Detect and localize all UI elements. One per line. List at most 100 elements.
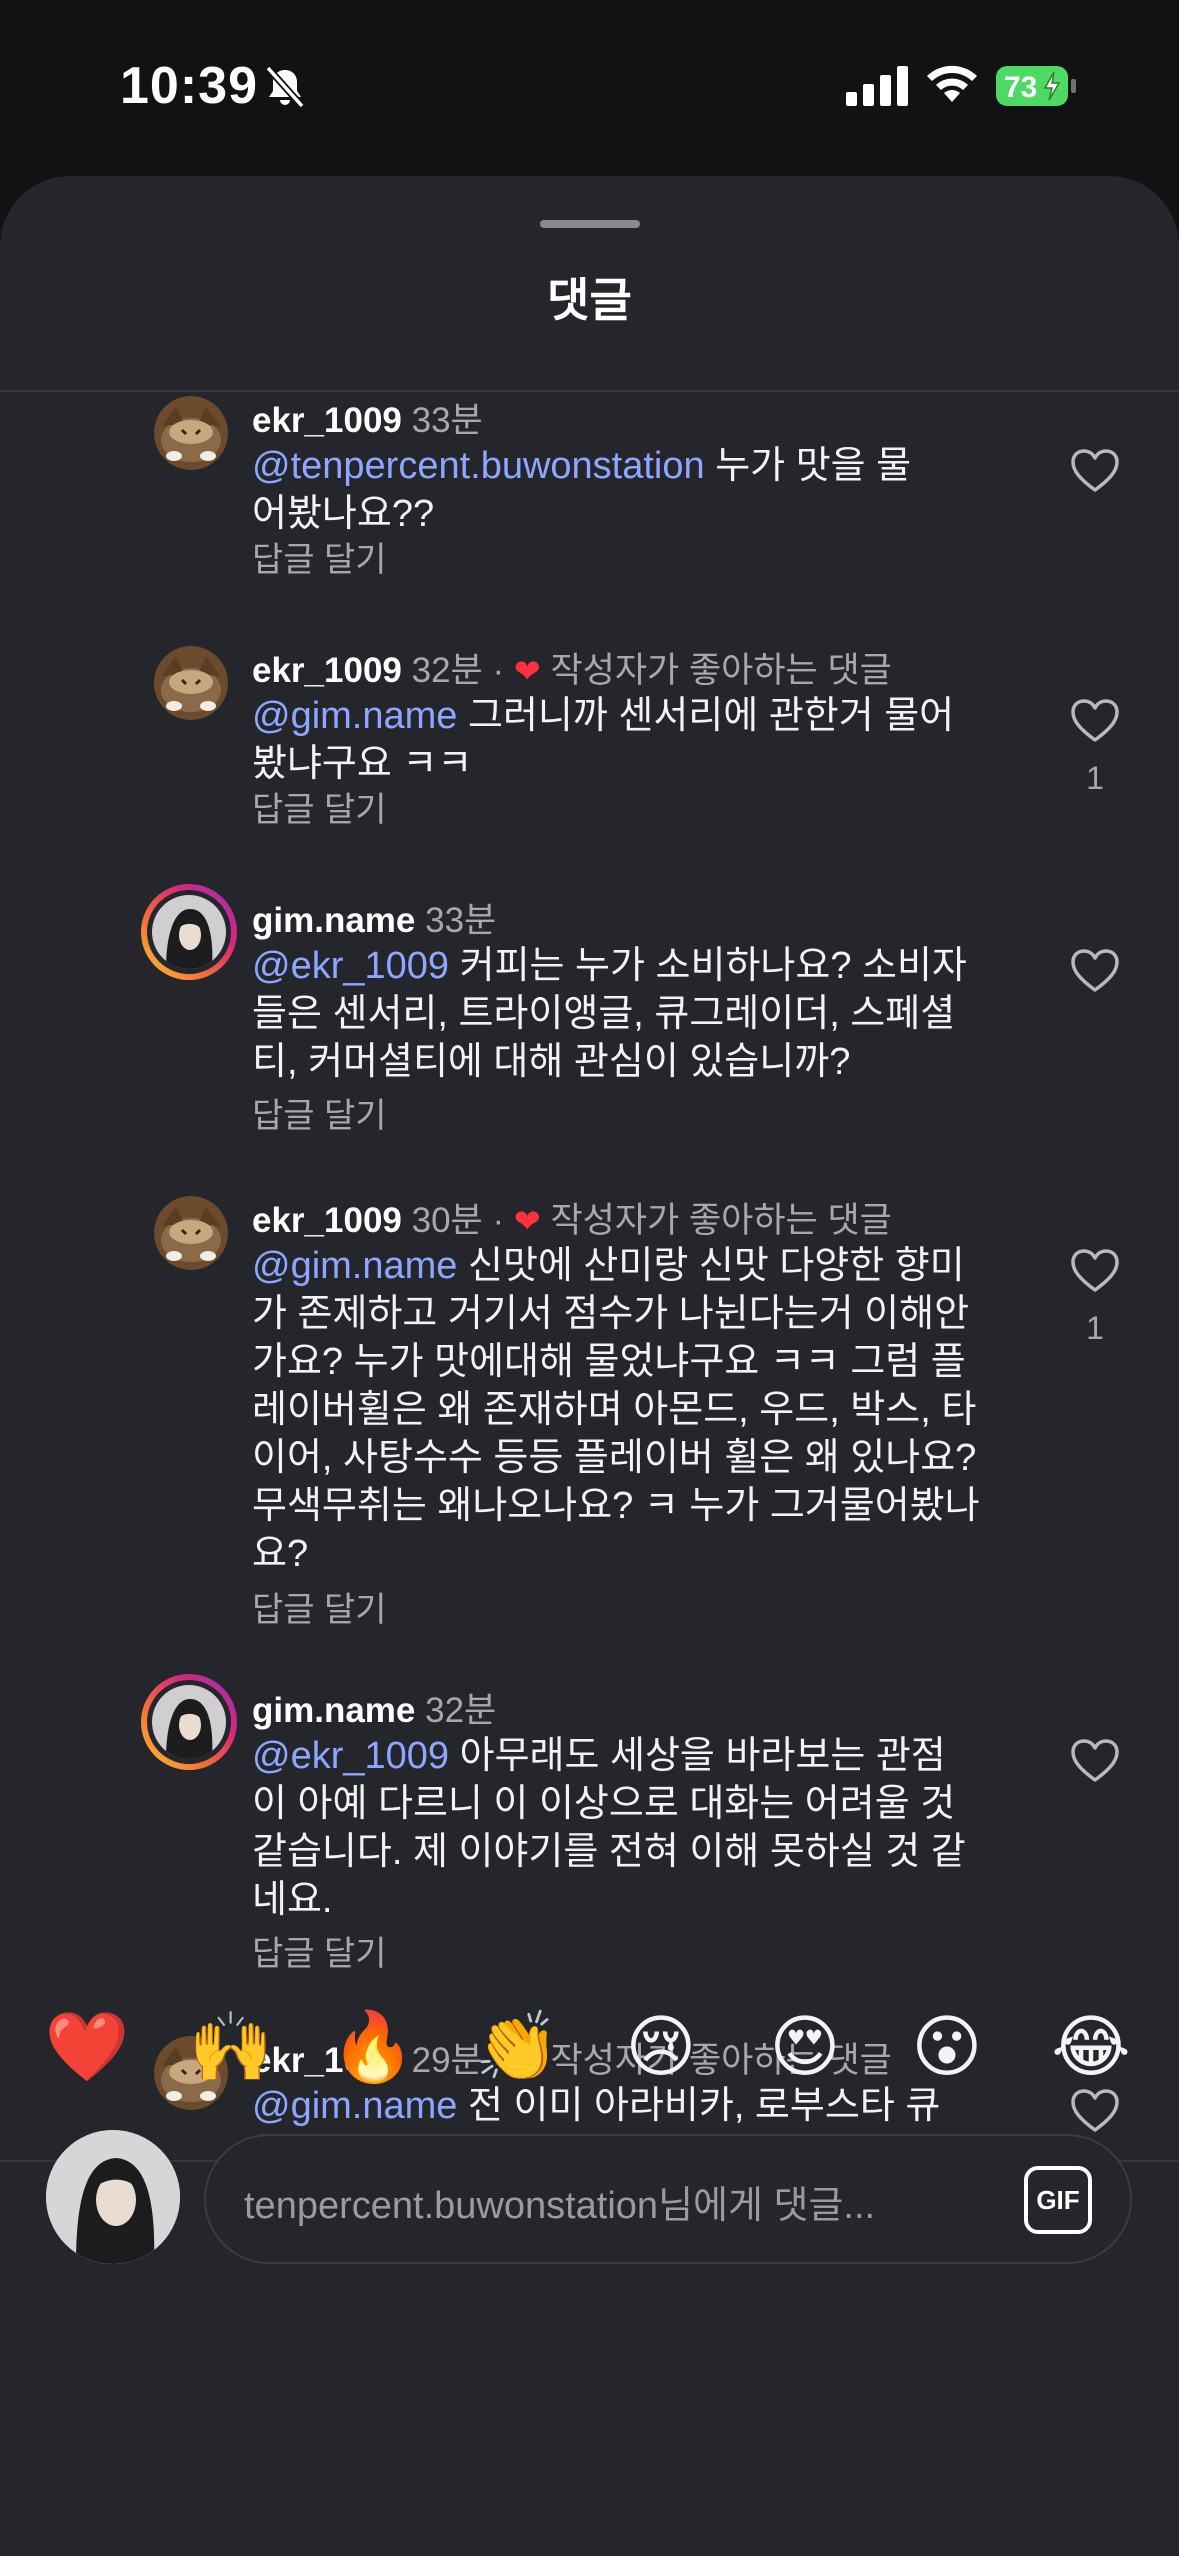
avatar[interactable] — [154, 646, 228, 720]
comment-text: 누가 맛을 물 — [715, 445, 912, 487]
comment-text-line: 어봤나요?? — [252, 490, 1012, 538]
comment-text: 같습니다. 제 이야기를 전혀 이해 못하실 것 같 — [252, 1831, 966, 1873]
comment-text-line: @tenpercent.buwonstation 누가 맛을 물 — [252, 442, 1012, 490]
heart-icon[interactable] — [1070, 698, 1120, 744]
avatar[interactable] — [154, 1196, 228, 1270]
comment-text-line: 레이버휠은 왜 존재하며 아몬드, 우드, 박스, 타 — [252, 1386, 1012, 1434]
comment-input[interactable]: tenpercent.buwonstation님에게 댓글... — [244, 2174, 984, 2229]
signal-icon — [846, 66, 908, 106]
comment-username[interactable]: ekr_1009 — [252, 401, 402, 440]
comment-meta: ekr_1009 30분 · ❤ 작성자가 좋아하는 댓글 — [252, 1192, 892, 1243]
comment-mention[interactable]: @gim.name — [252, 1245, 457, 1287]
heart-icon[interactable] — [1070, 948, 1120, 994]
comment-body: @gim.name 신맛에 산미랑 신맛 다양한 향미 가 존제하고 거기서 점수… — [252, 1242, 1012, 1578]
comment-mention[interactable]: @gim.name — [252, 695, 457, 737]
avatar-story-ring[interactable] — [141, 1674, 237, 1770]
wifi-icon — [927, 65, 977, 102]
comment-text-line: @ekr_1009 커피는 누가 소비하나요? 소비자 — [252, 942, 1012, 990]
tears-of-joy-emoji-button[interactable]: 😂 — [1046, 2002, 1136, 2092]
reply-button[interactable]: 답글 달기 — [252, 782, 387, 831]
comment-time: 32분 — [425, 1691, 497, 1730]
comment-text: 가요? 누가 맛에대해 물었냐구요 ㅋㅋ 그럼 플 — [252, 1341, 966, 1383]
battery-level: 73 — [1004, 71, 1037, 104]
comment-mention[interactable]: @tenpercent.buwonstation — [252, 445, 705, 487]
comment-item: gim.name 32분 @ekr_1009 아무래도 세상을 바라보는 관점 이 … — [0, 1674, 1179, 1982]
sheet-grabber[interactable] — [540, 220, 640, 228]
comment-text-line: 이 아예 다르니 이 이상으로 대화는 어려울 것 — [252, 1780, 1012, 1828]
comment-username[interactable]: ekr_1009 — [252, 1201, 402, 1240]
comment-text-line: 들은 센서리, 트라이앵글, 큐그레이더, 스페셜 — [252, 990, 1012, 1038]
fire-emoji-button[interactable]: 🔥 — [328, 2002, 418, 2092]
comment-username[interactable]: gim.name — [252, 1691, 415, 1730]
heart-icon[interactable] — [1070, 1738, 1120, 1784]
avatar[interactable] — [154, 396, 228, 470]
comment-item: ekr_1009 30분 · ❤ 작성자가 좋아하는 댓글 @gim.name 신… — [0, 1192, 1179, 1629]
comment-username[interactable]: ekr_1009 — [252, 651, 402, 690]
comment-time: 33분 — [425, 901, 497, 940]
comment-text-line: @gim.name 신맛에 산미랑 신맛 다양한 향미 — [252, 1242, 1012, 1290]
reply-button[interactable]: 답글 달기 — [252, 532, 387, 581]
comment-text: 티, 커머셜티에 대해 관심이 있습니까? — [252, 1041, 851, 1083]
comment-composer[interactable]: tenpercent.buwonstation님에게 댓글... GIF — [204, 2134, 1132, 2264]
avatar-story-ring[interactable] — [141, 884, 237, 980]
comment-text: 무색무취는 왜나오나요? ㅋ 누가 그거물어봤나 — [252, 1485, 980, 1527]
status-bar: 10:39 73 — [0, 0, 1179, 176]
heart-icon[interactable] — [1070, 1248, 1120, 1294]
comment-meta: gim.name 33분 — [252, 892, 496, 943]
status-time: 10:39 — [120, 57, 258, 115]
comment-time: 33분 — [411, 401, 483, 440]
comment-mention[interactable]: @ekr_1009 — [252, 1735, 449, 1777]
comment-text: 네요. — [252, 1879, 333, 1921]
comment-text-line: 가 존제하고 거기서 점수가 나뉜다는거 이해안 — [252, 1290, 1012, 1338]
heart-eyes-emoji-button[interactable]: 😍 — [760, 2002, 850, 2092]
comment-username[interactable]: gim.name — [252, 901, 415, 940]
comment-body: @ekr_1009 아무래도 세상을 바라보는 관점 이 아예 다르니 이 이상으… — [252, 1732, 1012, 1924]
comment-text-line: 요? — [252, 1530, 1012, 1578]
liked-by-author-label: 작성자가 좋아하는 댓글 — [550, 1201, 892, 1240]
bell-slash-icon — [265, 65, 305, 109]
comment-text: 아무래도 세상을 바라보는 관점 — [459, 1735, 946, 1777]
comment-text: 어봤나요?? — [252, 493, 435, 535]
comment-text-line: 네요. — [252, 1876, 1012, 1924]
comment-time: 30분 — [411, 1201, 483, 1240]
gif-button[interactable]: GIF — [1024, 2166, 1092, 2234]
comment-time: 32분 — [411, 651, 483, 690]
comment-text-line: @gim.name 그러니까 센서리에 관한거 물어 — [252, 692, 1012, 740]
clapping-hands-emoji-button[interactable]: 👏 — [472, 2002, 562, 2092]
heart-filled-icon: ❤ — [513, 653, 541, 689]
heart-icon[interactable] — [1070, 448, 1120, 494]
reply-button[interactable]: 답글 달기 — [252, 1088, 387, 1137]
comment-text-line: 가요? 누가 맛에대해 물었냐구요 ㅋㅋ 그럼 플 — [252, 1338, 1012, 1386]
comment-mention[interactable]: @ekr_1009 — [252, 945, 449, 987]
raised-hands-emoji-button[interactable]: 🙌 — [186, 2002, 276, 2092]
like-count: 1 — [1086, 1310, 1104, 1346]
comment-text-line: @ekr_1009 아무래도 세상을 바라보는 관점 — [252, 1732, 1012, 1780]
comment-meta: ekr_1009 32분 · ❤ 작성자가 좋아하는 댓글 — [252, 642, 892, 693]
comment-text-line: 같습니다. 제 이야기를 전혀 이해 못하실 것 같 — [252, 1828, 1012, 1876]
surprised-face-emoji-button[interactable]: 😮 — [902, 2002, 992, 2092]
comment-text-line: 티, 커머셜티에 대해 관심이 있습니까? — [252, 1038, 1012, 1086]
avatar — [46, 2130, 180, 2264]
comment-text: 요? — [252, 1533, 309, 1575]
comment-text-line: 무색무취는 왜나오나요? ㅋ 누가 그거물어봤나 — [252, 1482, 1012, 1530]
separator: · — [492, 651, 505, 690]
comment-text-line: 이어, 사탕수수 등등 플레이버 휠은 왜 있나요? — [252, 1434, 1012, 1482]
comment-text: 가 존제하고 거기서 점수가 나뉜다는거 이해안 — [252, 1293, 970, 1335]
red-heart-emoji-button[interactable]: ❤️ — [42, 2002, 132, 2092]
comment-text: 그러니까 센서리에 관한거 물어 — [467, 695, 955, 737]
crying-face-emoji-button[interactable]: 😢 — [616, 2002, 706, 2092]
comment-text: 레이버휠은 왜 존재하며 아몬드, 우드, 박스, 타 — [252, 1389, 977, 1431]
comment-body: @ekr_1009 커피는 누가 소비하나요? 소비자 들은 센서리, 트라이앵글… — [252, 942, 1012, 1086]
emoji-reaction-bar — [0, 1986, 1179, 2106]
comment-text: 이 아예 다르니 이 이상으로 대화는 어려울 것 — [252, 1783, 956, 1825]
comment-body: @tenpercent.buwonstation 누가 맛을 물 어봤나요?? — [252, 442, 1012, 538]
comment-text: 커피는 누가 소비하나요? 소비자 — [459, 945, 967, 987]
comment-body: @gim.name 그러니까 센서리에 관한거 물어 봤냐구요 ㅋㅋ — [252, 692, 1012, 788]
liked-by-author-label: 작성자가 좋아하는 댓글 — [550, 651, 892, 690]
comment-meta: ekr_1009 33분 — [252, 392, 483, 443]
reply-button[interactable]: 답글 달기 — [252, 1582, 387, 1631]
comment-list[interactable]: ekr_1009 33분 @tenpercent.buwonstation 누가 … — [0, 392, 1179, 2162]
reply-button[interactable]: 답글 달기 — [252, 1926, 387, 1975]
comment-text: 봤냐구요 ㅋㅋ — [252, 743, 473, 785]
comment-text: 이어, 사탕수수 등등 플레이버 휠은 왜 있나요? — [252, 1437, 977, 1479]
